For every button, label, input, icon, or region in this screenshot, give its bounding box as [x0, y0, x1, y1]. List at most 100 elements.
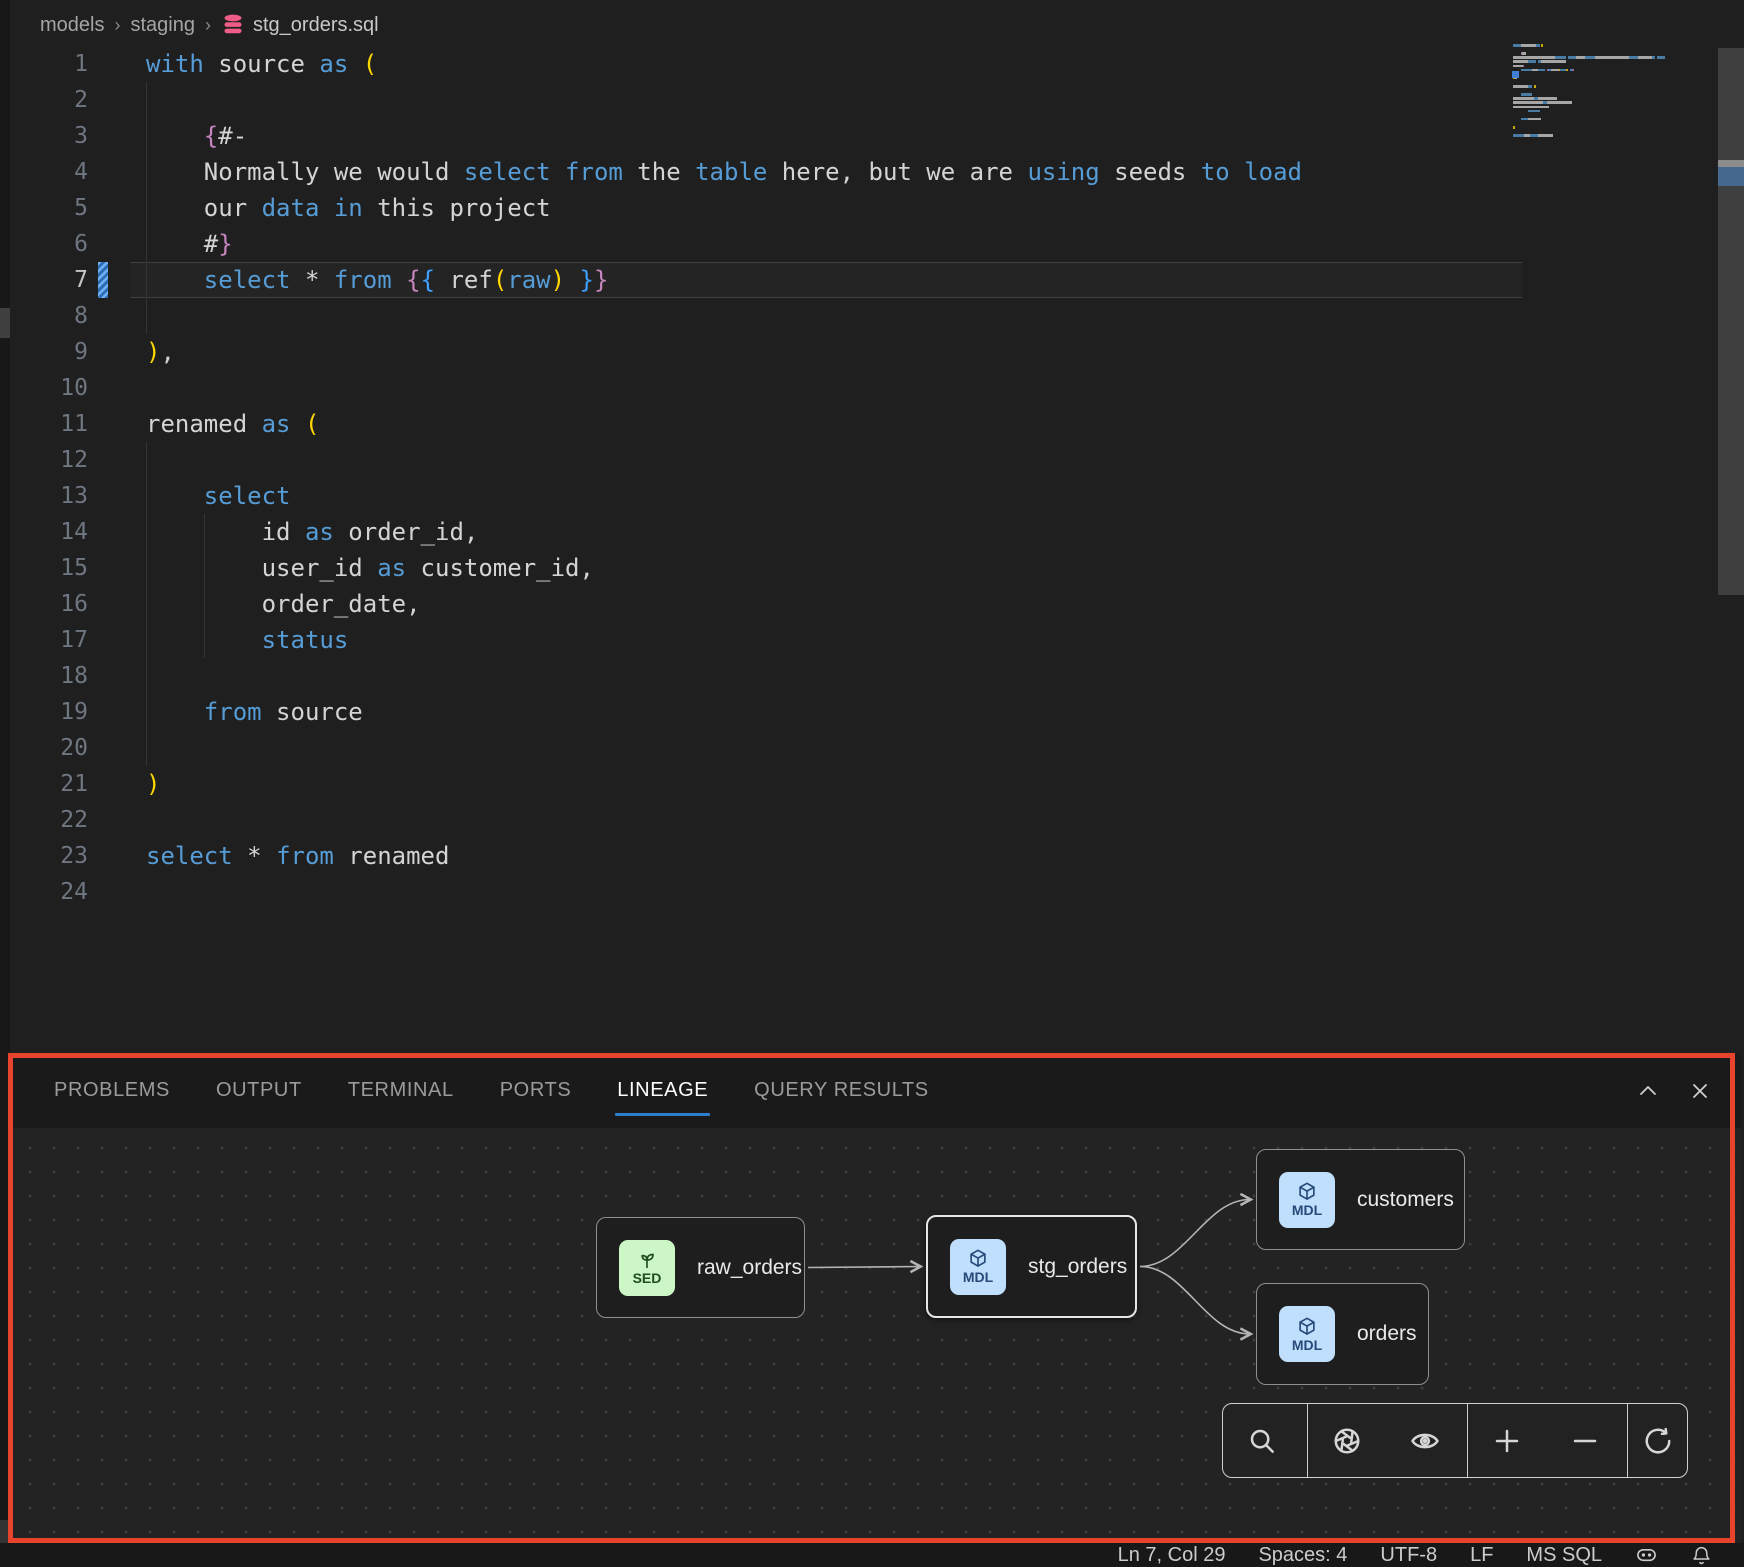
- tab-problems[interactable]: PROBLEMS: [54, 1053, 170, 1128]
- copilot-icon[interactable]: [1635, 1545, 1658, 1566]
- gutter: [88, 802, 146, 838]
- lineage-refresh-button[interactable]: [1628, 1404, 1687, 1477]
- gutter: [88, 262, 146, 298]
- line-number: 11: [10, 411, 88, 437]
- lineage-zoom-in-button[interactable]: [1468, 1404, 1546, 1477]
- lineage-node-orders[interactable]: MDLorders: [1256, 1283, 1429, 1385]
- tab-query-results[interactable]: QUERY RESULTS: [754, 1053, 929, 1128]
- line-number: 16: [10, 591, 88, 617]
- tab-lineage[interactable]: LINEAGE: [617, 1053, 708, 1128]
- overview-ruler-modified-mark: [1718, 167, 1744, 186]
- status-item-lf[interactable]: LF: [1470, 1544, 1493, 1567]
- tab-ports[interactable]: PORTS: [500, 1053, 572, 1128]
- line-number: 13: [10, 483, 88, 509]
- lineage-zoom-out-button[interactable]: [1546, 1404, 1624, 1477]
- code-line-10[interactable]: 10: [10, 370, 1744, 406]
- cube-icon: [1295, 1181, 1319, 1203]
- code-text: {#-: [146, 122, 247, 150]
- line-number: 18: [10, 663, 88, 689]
- gutter: [88, 226, 146, 262]
- lineage-node-customers[interactable]: MDLcustomers: [1256, 1149, 1465, 1250]
- cube-icon: [966, 1248, 990, 1270]
- minimap[interactable]: [1513, 44, 1703, 164]
- minimap-line: [1513, 93, 1532, 96]
- code-line-21[interactable]: 21): [10, 766, 1744, 802]
- line-number: 17: [10, 627, 88, 653]
- lineage-eye-button[interactable]: [1386, 1404, 1464, 1477]
- code-line-7[interactable]: 7 select * from {{ ref(raw) }}: [10, 262, 1744, 298]
- code-text: select * from {{ ref(raw) }}: [146, 266, 608, 294]
- code-line-12[interactable]: 12: [10, 442, 1744, 478]
- lineage-node-raw_orders[interactable]: SEDraw_orders: [596, 1217, 805, 1318]
- code-line-17[interactable]: 17 status: [10, 622, 1744, 658]
- breadcrumb-item-models[interactable]: models: [40, 14, 104, 37]
- code-line-18[interactable]: 18: [10, 658, 1744, 694]
- code-line-8[interactable]: 8: [10, 298, 1744, 334]
- line-number: 10: [10, 375, 88, 401]
- code-text: Normally we would select from the table …: [146, 158, 1302, 186]
- code-line-13[interactable]: 13 select: [10, 478, 1744, 514]
- code-line-16[interactable]: 16 order_date,: [10, 586, 1744, 622]
- gutter: [88, 658, 146, 694]
- code-line-23[interactable]: 23select * from renamed: [10, 838, 1744, 874]
- code-line-19[interactable]: 19 from source: [10, 694, 1744, 730]
- node-label: raw_orders: [697, 1256, 802, 1280]
- breadcrumb-file[interactable]: stg_orders.sql: [221, 13, 379, 37]
- line-number: 21: [10, 771, 88, 797]
- lineage-aperture-button[interactable]: [1308, 1404, 1386, 1477]
- minimap-line: [1513, 126, 1515, 129]
- status-item-utf-8[interactable]: UTF-8: [1380, 1544, 1437, 1567]
- close-panel-icon[interactable]: [1687, 1078, 1713, 1104]
- code-line-1[interactable]: 1with source as (: [10, 46, 1744, 82]
- gutter: [88, 406, 146, 442]
- status-item-ln-7-col-29[interactable]: Ln 7, Col 29: [1118, 1544, 1226, 1567]
- code-line-9[interactable]: 9),: [10, 334, 1744, 370]
- code-line-2[interactable]: 2: [10, 82, 1744, 118]
- code-line-14[interactable]: 14 id as order_id,: [10, 514, 1744, 550]
- editor-scrollbar[interactable]: [1718, 48, 1744, 595]
- gutter: [88, 298, 146, 334]
- line-number: 3: [10, 123, 88, 149]
- line-number: 8: [10, 303, 88, 329]
- status-item-ms-sql[interactable]: MS SQL: [1526, 1544, 1602, 1567]
- code-line-22[interactable]: 22: [10, 802, 1744, 838]
- code-text: user_id as customer_id,: [146, 554, 594, 582]
- minimap-line: [1513, 65, 1524, 68]
- code-line-20[interactable]: 20: [10, 730, 1744, 766]
- code-text: ),: [146, 338, 175, 366]
- gutter: [88, 838, 146, 874]
- code-line-11[interactable]: 11renamed as (: [10, 406, 1744, 442]
- node-label: stg_orders: [1028, 1255, 1127, 1279]
- code-area[interactable]: 1with source as (23 {#-4 Normally we wou…: [10, 46, 1744, 910]
- code-line-5[interactable]: 5 our data in this project: [10, 190, 1744, 226]
- breadcrumb-item-staging[interactable]: staging: [130, 14, 195, 37]
- tab-output[interactable]: OUTPUT: [216, 1053, 302, 1128]
- lineage-canvas[interactable]: SEDraw_ordersMDLstg_ordersMDLcustomersMD…: [8, 1128, 1741, 1543]
- status-bar: Ln 7, Col 29 Spaces: 4 UTF-8 LF MS SQL: [0, 1543, 1744, 1567]
- line-number: 14: [10, 519, 88, 545]
- lineage-search-button[interactable]: [1223, 1404, 1301, 1477]
- node-badge: MDL: [1279, 1172, 1335, 1228]
- notifications-icon[interactable]: [1691, 1545, 1712, 1566]
- maximize-panel-chevron-icon[interactable]: [1635, 1078, 1661, 1104]
- code-line-4[interactable]: 4 Normally we would select from the tabl…: [10, 154, 1744, 190]
- panel-window-controls: [1635, 1053, 1713, 1128]
- status-item-spaces-4[interactable]: Spaces: 4: [1258, 1544, 1347, 1567]
- code-text: order_date,: [146, 590, 421, 618]
- code-line-6[interactable]: 6 #}: [10, 226, 1744, 262]
- code-line-24[interactable]: 24: [10, 874, 1744, 910]
- lineage-node-stg_orders[interactable]: MDLstg_orders: [926, 1215, 1137, 1318]
- minimap-line: [1513, 52, 1526, 55]
- minimap-line: [1513, 60, 1566, 63]
- gutter: [88, 730, 146, 766]
- code-text: our data in this project: [146, 194, 551, 222]
- left-scroll-thumb[interactable]: [0, 308, 10, 338]
- minimap-line: [1513, 134, 1553, 137]
- tab-terminal[interactable]: TERMINAL: [348, 1053, 454, 1128]
- code-text: ): [146, 770, 160, 798]
- code-text: from source: [146, 698, 363, 726]
- gutter: [88, 766, 146, 802]
- code-line-3[interactable]: 3 {#-: [10, 118, 1744, 154]
- gutter: [88, 694, 146, 730]
- code-line-15[interactable]: 15 user_id as customer_id,: [10, 550, 1744, 586]
